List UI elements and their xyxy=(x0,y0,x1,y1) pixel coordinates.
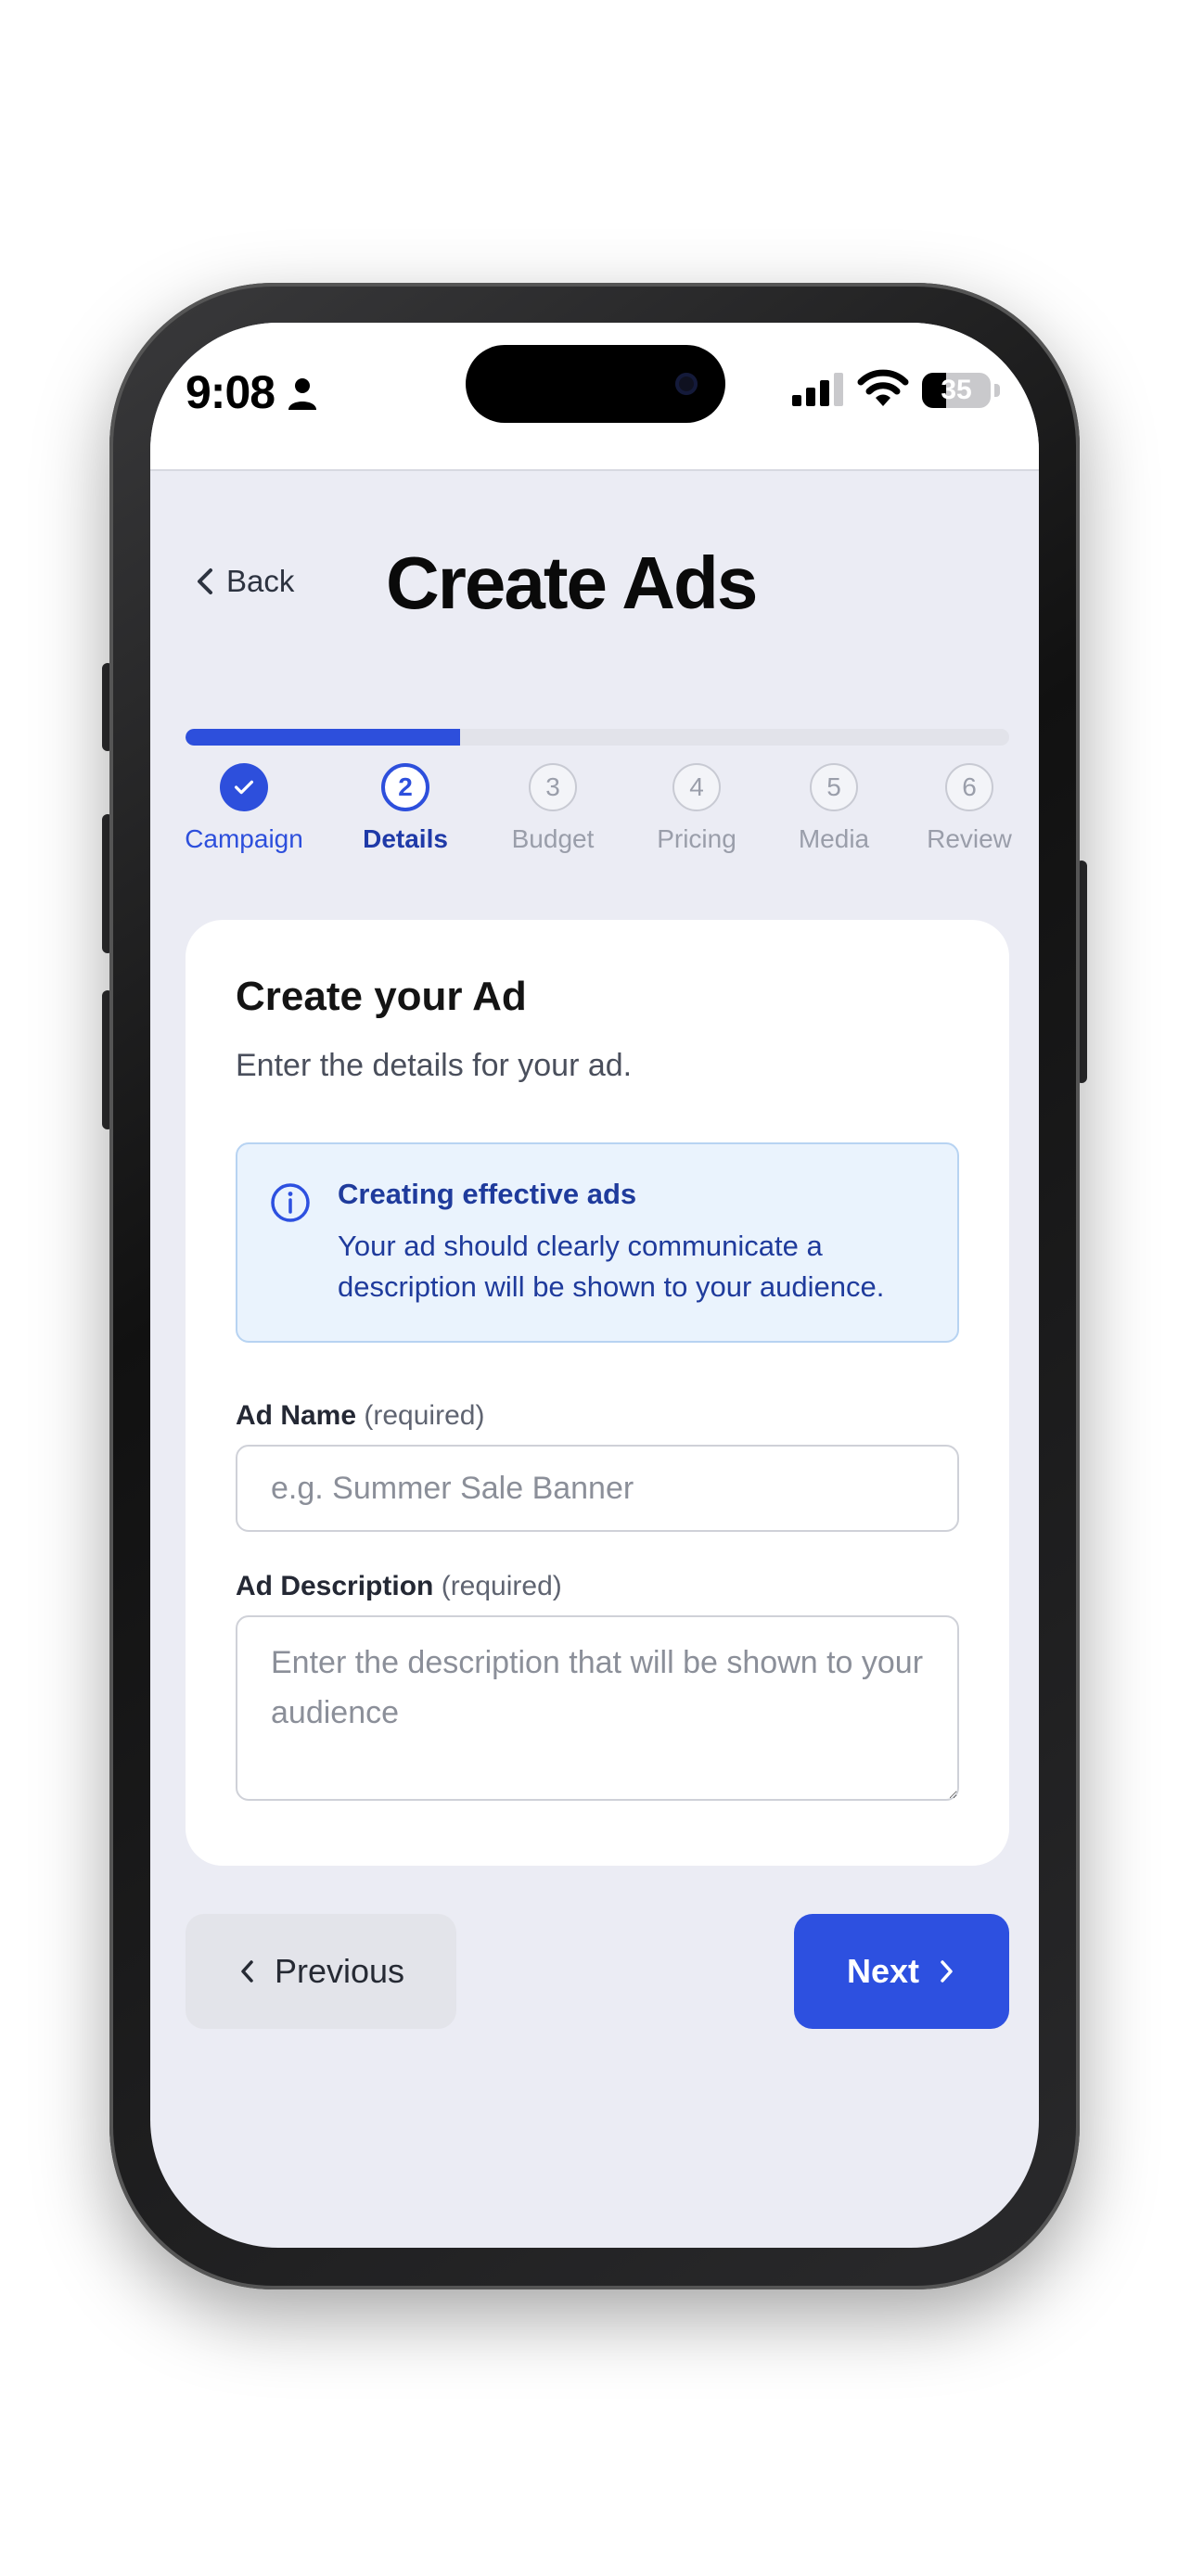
progress-fill xyxy=(186,729,460,746)
step-media[interactable]: 5 Media xyxy=(790,763,877,854)
chevron-right-icon xyxy=(941,1960,953,1983)
required-hint: (required) xyxy=(364,1400,485,1431)
info-icon xyxy=(271,1183,310,1222)
ad-name-input[interactable] xyxy=(236,1445,959,1532)
step-label: Pricing xyxy=(657,824,736,853)
ad-details-card: Create your Ad Enter the details for you… xyxy=(186,920,1009,1866)
page-title: Create Ads xyxy=(386,542,758,624)
ad-name-label-text: Ad Name xyxy=(236,1400,357,1431)
ad-name-label: Ad Name (required) xyxy=(236,1400,484,1432)
battery-cap xyxy=(994,384,1000,397)
step-circle: 2 xyxy=(381,763,429,811)
step-budget[interactable]: 3 Budget xyxy=(505,763,601,854)
info-text: Your ad should clearly communicate a des… xyxy=(338,1230,885,1303)
step-pricing[interactable]: 4 Pricing xyxy=(647,763,746,854)
check-icon xyxy=(234,780,254,795)
ad-description-label-text: Ad Description xyxy=(236,1571,434,1601)
required-hint: (required) xyxy=(441,1571,562,1601)
step-label: Budget xyxy=(511,824,595,853)
wifi-icon xyxy=(857,369,909,406)
card-subtitle: Enter the details for your ad. xyxy=(236,1048,633,1083)
cellular-signal-icon xyxy=(792,373,843,406)
next-button[interactable]: Next xyxy=(794,1914,1009,2029)
status-time: 9:08 xyxy=(186,366,275,418)
status-bar: 9:08 35 xyxy=(150,323,1039,471)
chevron-left-icon xyxy=(241,1960,253,1983)
person-icon xyxy=(288,378,316,410)
camera-icon xyxy=(675,373,698,395)
dynamic-island xyxy=(466,345,725,423)
next-label: Next xyxy=(846,1952,920,1990)
info-title: Creating effective ads xyxy=(338,1178,637,1210)
step-review[interactable]: 6 Review xyxy=(924,763,1015,854)
phone-screen: 9:08 35 Back Create Ads Campaign 2 Detai… xyxy=(150,323,1039,2248)
card-title: Create your Ad xyxy=(236,974,527,1019)
previous-button[interactable]: Previous xyxy=(186,1914,456,2029)
progress-bar xyxy=(186,729,1009,746)
step-label: Campaign xyxy=(185,824,303,853)
back-label: Back xyxy=(226,564,295,598)
step-circle: 5 xyxy=(810,763,858,811)
step-circle: 6 xyxy=(945,763,993,811)
step-label: Media xyxy=(798,824,870,853)
info-callout: Creating effective ads Your ad should cl… xyxy=(236,1142,959,1343)
back-button[interactable]: Back xyxy=(195,564,294,599)
step-label: Details xyxy=(363,824,448,853)
ad-description-label: Ad Description (required) xyxy=(236,1571,562,1602)
battery-indicator: 35 xyxy=(922,373,991,408)
step-details[interactable]: 2 Details xyxy=(363,763,448,854)
battery-level: 35 xyxy=(941,375,972,405)
step-circle xyxy=(220,763,268,811)
step-label: Review xyxy=(927,824,1012,853)
step-campaign[interactable]: Campaign xyxy=(185,763,303,854)
step-circle: 3 xyxy=(529,763,577,811)
ad-description-input[interactable] xyxy=(236,1615,959,1801)
previous-label: Previous xyxy=(274,1952,405,1990)
chevron-left-icon xyxy=(198,568,212,594)
step-circle: 4 xyxy=(672,763,721,811)
